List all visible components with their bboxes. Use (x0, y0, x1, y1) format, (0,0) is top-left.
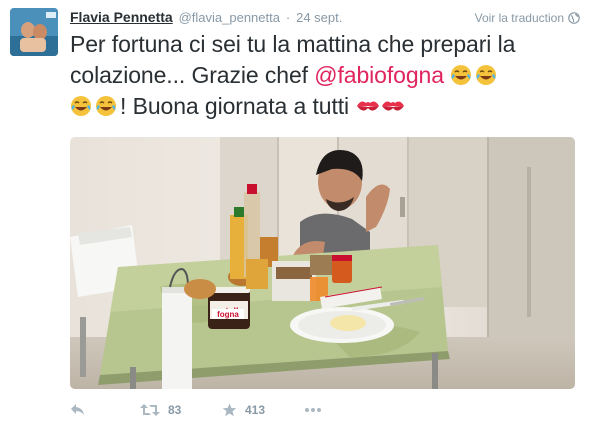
tweet-actions: 83 413 (70, 398, 334, 422)
favorite-count: 413 (245, 403, 266, 417)
tweet-text-part1: Per fortuna ci sei tu la mattina che pre… (70, 31, 516, 88)
avatar-image (10, 8, 58, 56)
mention-link[interactable]: @fabiofogna (314, 62, 444, 88)
author-fullname[interactable]: Flavia Pennetta (70, 9, 173, 25)
tweet-text: Per fortuna ci sei tu la mattina che pre… (70, 29, 582, 122)
joy-emoji-icon (70, 94, 92, 116)
reply-button[interactable] (70, 403, 140, 417)
breakfast-photo-image: nutella fogna (70, 137, 575, 389)
tweet-text-part2: ! Buona giornata a tutti (120, 93, 356, 119)
kiss-mark-icon (380, 94, 405, 116)
tweet-timestamp[interactable]: 24 sept. (296, 10, 342, 25)
tweet-header: Flavia Pennetta @flavia_pennetta · 24 se… (70, 9, 342, 29)
retweet-icon (140, 403, 160, 417)
star-icon (222, 403, 237, 417)
more-button[interactable] (304, 407, 334, 413)
retweet-count: 83 (168, 403, 182, 417)
separator-dot: · (285, 10, 291, 25)
translate-link[interactable]: Voir la traduction (475, 11, 580, 25)
tweet-card: Flavia Pennetta @flavia_pennetta · 24 se… (0, 0, 594, 432)
reply-icon (70, 403, 86, 417)
globe-icon (568, 12, 580, 24)
joy-emoji-icon (95, 94, 117, 116)
retweet-button[interactable]: 83 (140, 403, 222, 417)
author-username[interactable]: @flavia_pennetta (179, 10, 280, 25)
kiss-mark-icon (355, 94, 380, 116)
tweet-photo[interactable]: nutella fogna (70, 137, 575, 389)
avatar[interactable] (10, 8, 58, 56)
joy-emoji-icon (475, 63, 497, 85)
joy-emoji-icon (450, 63, 472, 85)
translate-label: Voir la traduction (474, 11, 564, 25)
favorite-button[interactable]: 413 (222, 403, 304, 417)
fogna-label: fogna (217, 310, 239, 319)
more-icon (304, 407, 322, 413)
